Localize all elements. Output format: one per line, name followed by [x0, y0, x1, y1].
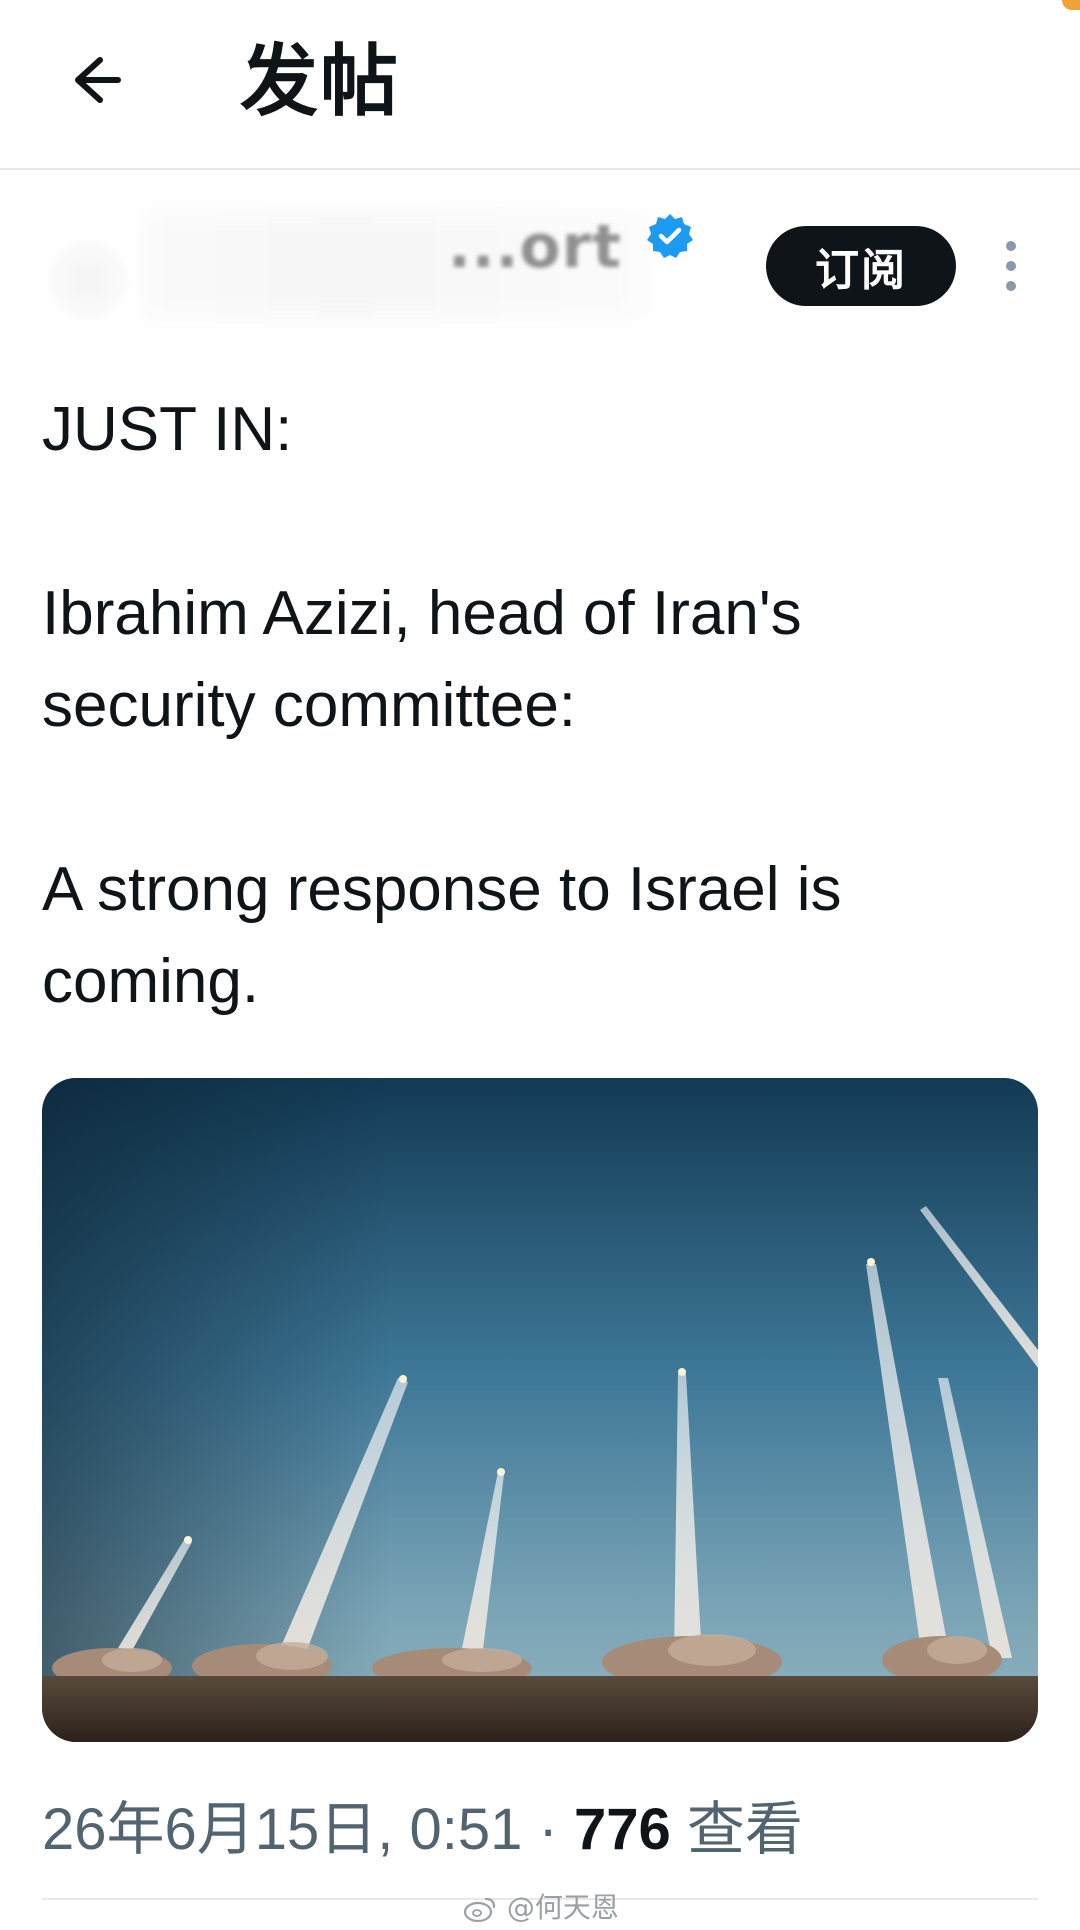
post-body: JUST IN: Ibrahim Azizi, head of Iran's s…: [42, 384, 1042, 1028]
subscribe-button[interactable]: 订阅: [766, 226, 956, 306]
top-bar: 发帖: [0, 0, 1080, 168]
post-timestamp[interactable]: 26年6月15日, 0:51: [42, 1797, 522, 1862]
post-line: coming.: [42, 947, 260, 1016]
post-line: security committee:: [42, 671, 577, 740]
views-count: 776: [573, 1797, 671, 1862]
weibo-icon: [463, 1897, 496, 1923]
post-line: A strong response to Israel is: [42, 855, 842, 924]
meta-separator: ·: [538, 1797, 558, 1862]
watermark-text: @何天恩: [506, 1891, 619, 1924]
page-title: 发帖: [240, 37, 401, 127]
post-line: Ibrahim Azizi, head of Iran's: [42, 579, 802, 648]
arrow-left-icon: [75, 57, 121, 103]
missile-launch-image: [42, 1078, 1038, 1742]
watermark: @何天恩: [462, 1886, 619, 1926]
verified-badge-icon: [647, 214, 693, 258]
avatar[interactable]: [48, 240, 128, 320]
author-display-name[interactable]: ...ort: [448, 212, 622, 282]
post-meta: 26年6月15日, 0:51 · 776 查看: [42, 1790, 803, 1870]
post-image[interactable]: [42, 1078, 1038, 1742]
back-button[interactable]: [56, 40, 136, 120]
header-divider: [0, 168, 1080, 170]
views-label: 查看: [686, 1797, 803, 1862]
more-vertical-icon[interactable]: [996, 236, 1026, 296]
post-line: JUST IN:: [42, 395, 293, 464]
